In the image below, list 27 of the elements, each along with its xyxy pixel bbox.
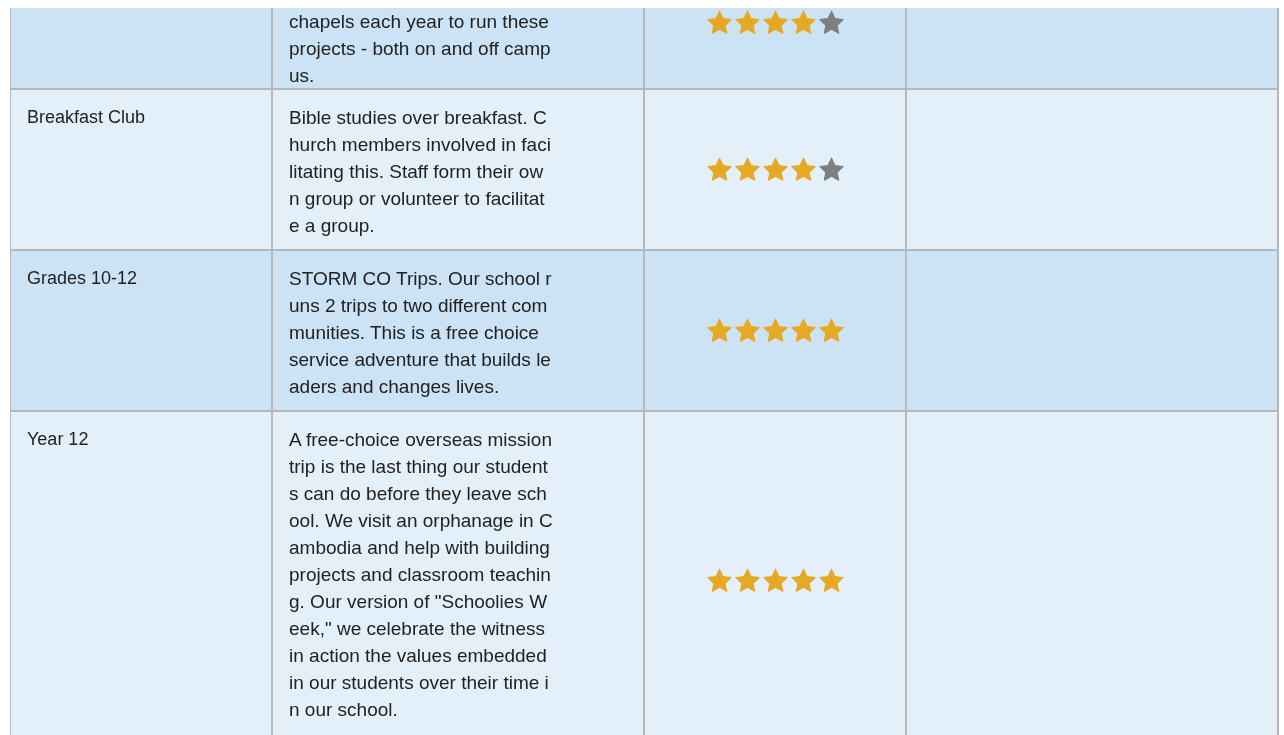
- star-icon: [705, 156, 733, 183]
- description-text: STORM CO Trips. Our school runs 2 trips to two different communities. This is a free choice service adventure that builds leaders and changes lives.: [289, 267, 553, 399]
- star-icon: [705, 317, 733, 344]
- star-icon: [733, 317, 761, 344]
- star-icon: [789, 156, 817, 183]
- star-icon: [817, 317, 845, 344]
- description-text: Bible studies over breakfast. Church members involved in facilitating this. Staff form their own group or volunteer to facilitate a group.: [289, 106, 552, 238]
- group-name: Breakfast Club: [27, 107, 146, 127]
- star-icon: [789, 317, 817, 344]
- star-icon: [761, 568, 789, 594]
- group-name: Grades 10-12: [27, 268, 138, 288]
- star-icon: [761, 10, 789, 36]
- star-icon: [733, 156, 761, 183]
- star-icon: [789, 10, 817, 36]
- star-icon: [705, 568, 733, 594]
- star-icon: [761, 156, 789, 183]
- star-icon: [761, 317, 789, 344]
- star-icon: [733, 568, 761, 594]
- star-icon: [817, 156, 845, 183]
- description-text: chapels each year to run these projects - both on and off campus.: [289, 10, 552, 88]
- star-icon: [789, 568, 817, 594]
- star-icon: [705, 10, 733, 36]
- star-icon: [817, 10, 845, 36]
- group-name: Year 12: [27, 429, 89, 449]
- star-icon: [733, 10, 761, 36]
- description-text: A free-choice overseas mission trip is the last thing our students can do before they leave school. We visit an orphanage in Cambodia and help with building projects and classroom teaching. Our version of "Schoolies Week," we celebrate the witness in action the values embedded in our students over their time in our school.: [289, 428, 553, 722]
- star-icon: [817, 568, 845, 594]
